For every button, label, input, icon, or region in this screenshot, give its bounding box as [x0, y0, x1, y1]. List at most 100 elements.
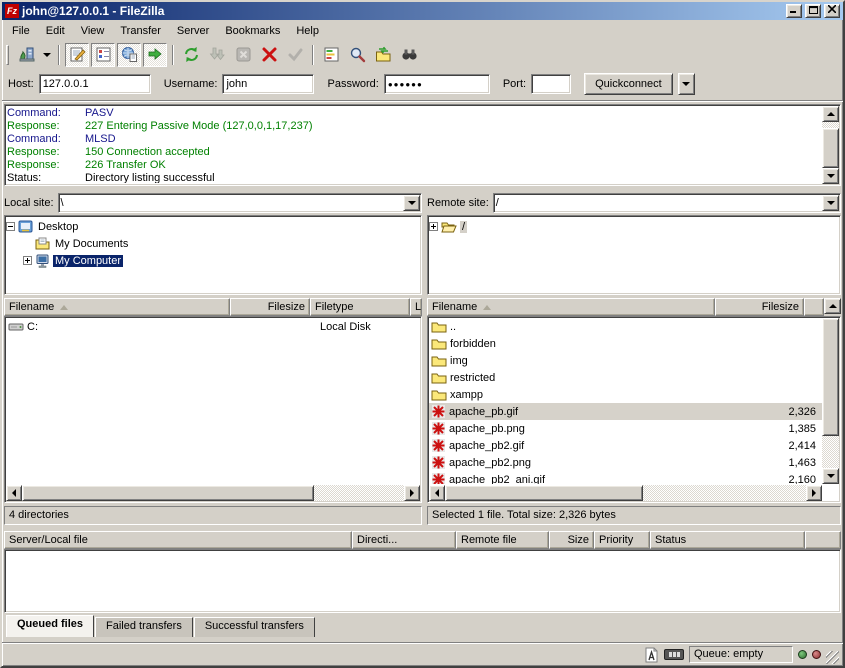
local-site-combo[interactable]: \: [58, 193, 422, 213]
scroll-down-button[interactable]: [822, 468, 839, 484]
folder-row[interactable]: xampp: [429, 386, 822, 403]
resize-grip[interactable]: [826, 651, 839, 664]
quickconnect-button[interactable]: Quickconnect: [584, 73, 673, 95]
folder-row[interactable]: forbidden: [429, 335, 822, 352]
minimize-button[interactable]: [786, 4, 802, 18]
file-row-selected[interactable]: apache_pb.gif 2,326: [429, 403, 822, 420]
transfer-queue: Server/Local file Directi... Remote file…: [2, 527, 843, 637]
queue-list[interactable]: [4, 549, 841, 613]
password-input[interactable]: ●●●●●●: [384, 74, 490, 94]
maximize-button[interactable]: [805, 4, 821, 18]
process-queue-button[interactable]: [319, 43, 343, 67]
folder-icon: [431, 371, 447, 384]
column-header-server-local-file[interactable]: Server/Local file: [4, 531, 352, 549]
scroll-down-button[interactable]: [822, 168, 839, 184]
arrow-left-icon: [12, 489, 16, 497]
toggle-remote-tree-button[interactable]: [117, 43, 141, 67]
folder-icon: [431, 388, 447, 401]
remote-vertical-scrollbar[interactable]: [822, 318, 839, 484]
tree-item-my-documents[interactable]: My Documents: [6, 235, 420, 252]
column-header-filename[interactable]: Filename: [427, 298, 715, 316]
column-header-remote-file[interactable]: Remote file: [456, 531, 549, 549]
quickconnect-dropdown[interactable]: [678, 73, 695, 95]
file-row[interactable]: apache_pb2.png 1,463: [429, 454, 822, 471]
file-row[interactable]: apache_pb.png 1,385: [429, 420, 822, 437]
tree-item-desktop[interactable]: Desktop: [6, 218, 420, 235]
folder-row-up[interactable]: ..: [429, 318, 822, 335]
cancel-button[interactable]: [231, 43, 255, 67]
arrow-left-icon: [435, 489, 439, 497]
toggle-queue-button[interactable]: [143, 43, 167, 67]
my-computer-icon: [35, 254, 50, 268]
column-header-priority[interactable]: Priority: [594, 531, 650, 549]
folder-icon: [431, 320, 447, 333]
menu-server[interactable]: Server: [169, 23, 217, 39]
download-button[interactable]: [205, 43, 229, 67]
file-row[interactable]: apache_pb2.gif 2,414: [429, 437, 822, 454]
scroll-thumb[interactable]: [445, 485, 643, 501]
column-header-status[interactable]: Status: [650, 531, 805, 549]
find-files-button[interactable]: [345, 43, 369, 67]
column-header-size[interactable]: Size: [549, 531, 594, 549]
scroll-left-button[interactable]: [6, 485, 22, 501]
synchronized-browsing-button[interactable]: [371, 43, 395, 67]
scroll-thumb[interactable]: [822, 128, 839, 168]
remote-horizontal-scrollbar[interactable]: [429, 485, 822, 501]
remote-site-dropdown[interactable]: [822, 195, 839, 211]
column-header-filename[interactable]: Filename: [4, 298, 230, 316]
column-header-direction[interactable]: Directi...: [352, 531, 456, 549]
host-input[interactable]: 127.0.0.1: [39, 74, 151, 94]
menu-help[interactable]: Help: [288, 23, 327, 39]
refresh-button[interactable]: [179, 43, 203, 67]
toggle-log-button[interactable]: [65, 43, 89, 67]
menu-edit[interactable]: Edit: [38, 23, 73, 39]
scroll-up-button[interactable]: [824, 298, 841, 314]
expand-icon[interactable]: [23, 256, 32, 265]
local-site-dropdown[interactable]: [403, 195, 420, 211]
column-header-filetype[interactable]: Filetype: [310, 298, 410, 316]
menu-transfer[interactable]: Transfer: [112, 23, 169, 39]
folder-row[interactable]: img: [429, 352, 822, 369]
speed-limits-icon[interactable]: [664, 649, 684, 660]
scroll-right-button[interactable]: [806, 485, 822, 501]
port-input[interactable]: [531, 74, 571, 94]
scroll-thumb[interactable]: [22, 485, 314, 501]
close-button[interactable]: [824, 4, 840, 18]
file-row[interactable]: apache_pb2_ani.gif 2,160: [429, 471, 822, 484]
column-header-lastmodified[interactable]: L: [410, 298, 422, 316]
tab-queued-files[interactable]: Queued files: [6, 615, 94, 637]
site-manager-button[interactable]: [15, 43, 39, 67]
log-scrollbar[interactable]: [822, 106, 839, 184]
toggle-local-tree-button[interactable]: [91, 43, 115, 67]
sort-ascending-icon: [60, 305, 68, 310]
column-header-filesize[interactable]: Filesize: [715, 298, 804, 316]
local-tree: Desktop My Documents: [4, 215, 422, 295]
remote-site-combo[interactable]: /: [493, 193, 841, 213]
local-list-row-c-drive[interactable]: C: Local Disk: [6, 318, 420, 335]
window-title: john@127.0.0.1 - FileZilla: [22, 4, 783, 18]
tree-item-root[interactable]: /: [429, 218, 839, 235]
filter-button[interactable]: [397, 43, 421, 67]
scroll-right-button[interactable]: [404, 485, 420, 501]
delete-button[interactable]: [257, 43, 281, 67]
tree-item-my-computer[interactable]: My Computer: [6, 252, 420, 269]
username-input[interactable]: john: [222, 74, 314, 94]
local-horizontal-scrollbar[interactable]: [6, 485, 420, 501]
scroll-left-button[interactable]: [429, 485, 445, 501]
tab-successful-transfers[interactable]: Successful transfers: [194, 617, 315, 637]
log-line: Status:Directory listing successful: [7, 172, 820, 183]
ok-button[interactable]: [283, 43, 307, 67]
expand-icon[interactable]: [429, 222, 438, 231]
scroll-thumb[interactable]: [822, 318, 839, 436]
search-icon: [349, 46, 366, 63]
menu-file[interactable]: File: [4, 23, 38, 39]
collapse-icon[interactable]: [6, 222, 15, 231]
column-header-filesize[interactable]: Filesize: [230, 298, 310, 316]
column-header-extra[interactable]: [804, 298, 824, 316]
menu-view[interactable]: View: [73, 23, 113, 39]
folder-row[interactable]: restricted: [429, 369, 822, 386]
menu-bookmarks[interactable]: Bookmarks: [217, 23, 288, 39]
scroll-up-button[interactable]: [822, 106, 839, 122]
tab-failed-transfers[interactable]: Failed transfers: [95, 617, 193, 637]
site-manager-dropdown[interactable]: [41, 44, 53, 66]
